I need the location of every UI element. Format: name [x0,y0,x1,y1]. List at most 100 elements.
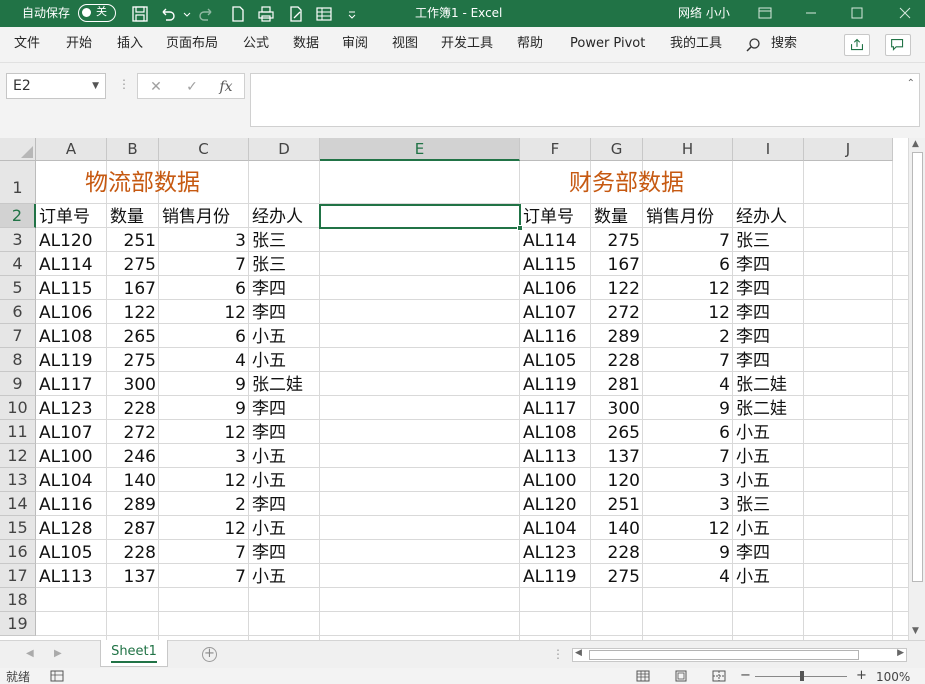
right-data-cell[interactable]: 小五 [736,517,801,541]
right-data-cell[interactable]: 4 [646,373,730,397]
cancel-icon[interactable]: ✕ [146,77,166,97]
row-header-8[interactable]: 8 [0,348,36,372]
print-icon[interactable] [256,4,276,24]
right-data-cell[interactable]: 272 [594,301,640,325]
row-header-7[interactable]: 7 [0,324,36,348]
left-data-cell[interactable]: 12 [162,517,246,541]
select-all-corner[interactable] [0,138,36,161]
ribbon-display-icon[interactable] [756,4,774,22]
left-data-cell[interactable]: 275 [110,253,156,277]
right-header-cell[interactable]: 数量 [594,205,640,229]
split-handle-icon[interactable]: ⋮ [552,647,564,661]
tab-help[interactable]: 帮助 [517,27,543,61]
left-header-cell[interactable]: 经办人 [252,205,317,229]
right-data-cell[interactable]: 122 [594,277,640,301]
right-data-cell[interactable]: 3 [646,469,730,493]
right-data-cell[interactable]: 275 [594,565,640,589]
column-header-e[interactable]: E [320,138,520,161]
maximize-icon[interactable] [848,4,866,22]
right-data-cell[interactable]: 6 [646,421,730,445]
row-header-1[interactable]: 1 [0,161,36,204]
left-data-cell[interactable]: 小五 [252,349,317,373]
right-data-cell[interactable]: 12 [646,301,730,325]
left-data-cell[interactable]: AL115 [39,277,104,301]
left-data-cell[interactable]: 4 [162,349,246,373]
right-data-cell[interactable]: 2 [646,325,730,349]
edit-file-icon[interactable] [286,4,306,24]
right-data-cell[interactable]: 7 [646,349,730,373]
scroll-up-icon[interactable]: ▲ [912,139,919,149]
enter-icon[interactable]: ✓ [182,77,202,97]
redo-icon[interactable] [196,4,216,24]
tab-file[interactable]: 文件 [14,27,40,61]
left-data-cell[interactable]: 李四 [252,397,317,421]
right-data-cell[interactable]: 张二娃 [736,373,801,397]
right-data-cell[interactable]: 李四 [736,541,801,565]
left-data-cell[interactable]: 3 [162,445,246,469]
left-data-cell[interactable]: 137 [110,565,156,589]
row-header-11[interactable]: 11 [0,420,36,444]
right-data-cell[interactable]: AL119 [523,565,588,589]
column-header-g[interactable]: G [591,138,643,161]
row-header-19[interactable]: 19 [0,612,36,636]
left-data-cell[interactable]: 12 [162,301,246,325]
right-data-cell[interactable]: 12 [646,517,730,541]
left-data-cell[interactable]: 李四 [252,301,317,325]
vertical-scroll-thumb[interactable] [912,152,923,582]
row-header-17[interactable]: 17 [0,564,36,588]
right-data-cell[interactable]: AL116 [523,325,588,349]
left-data-cell[interactable]: 张三 [252,229,317,253]
row-header-12[interactable]: 12 [0,444,36,468]
left-data-cell[interactable]: AL120 [39,229,104,253]
left-data-cell[interactable]: 140 [110,469,156,493]
right-data-cell[interactable]: AL114 [523,229,588,253]
left-data-cell[interactable]: 李四 [252,277,317,301]
right-data-cell[interactable]: 李四 [736,325,801,349]
right-header-cell[interactable]: 销售月份 [646,205,730,229]
normal-view-icon[interactable] [636,670,650,682]
left-data-cell[interactable]: 小五 [252,445,317,469]
tab-power-pivot[interactable]: Power Pivot [570,27,645,61]
right-data-cell[interactable]: AL106 [523,277,588,301]
right-data-cell[interactable]: 140 [594,517,640,541]
right-data-cell[interactable]: 张三 [736,493,801,517]
row-header-5[interactable]: 5 [0,276,36,300]
right-data-cell[interactable]: 7 [646,445,730,469]
active-cell[interactable] [319,204,523,231]
name-box[interactable]: E2 ▼ [6,73,106,99]
tab-data[interactable]: 数据 [293,27,319,61]
left-table-title[interactable]: 物流部数据 [36,161,249,205]
left-data-cell[interactable]: 小五 [252,565,317,589]
right-data-cell[interactable]: 275 [594,229,640,253]
left-data-cell[interactable]: 张三 [252,253,317,277]
left-data-cell[interactable]: AL123 [39,397,104,421]
right-header-cell[interactable]: 经办人 [736,205,801,229]
left-data-cell[interactable]: 7 [162,565,246,589]
right-data-cell[interactable]: AL108 [523,421,588,445]
right-data-cell[interactable]: 12 [646,277,730,301]
right-data-cell[interactable]: 张二娃 [736,397,801,421]
left-data-cell[interactable]: 小五 [252,325,317,349]
scroll-left-icon[interactable]: ◀ [575,648,582,658]
fill-handle[interactable] [517,225,523,231]
right-data-cell[interactable]: 9 [646,397,730,421]
left-data-cell[interactable]: 李四 [252,493,317,517]
zoom-in-icon[interactable]: + [856,669,870,682]
left-data-cell[interactable]: 2 [162,493,246,517]
right-data-cell[interactable]: 281 [594,373,640,397]
right-data-cell[interactable]: 张三 [736,229,801,253]
right-data-cell[interactable]: 李四 [736,277,801,301]
right-data-cell[interactable]: 228 [594,541,640,565]
zoom-level[interactable]: 100% [876,670,910,684]
left-data-cell[interactable]: 246 [110,445,156,469]
search-icon[interactable] [745,37,761,53]
left-data-cell[interactable]: AL107 [39,421,104,445]
page-break-view-icon[interactable] [712,670,726,682]
insert-function-icon[interactable]: fx [216,77,236,97]
left-data-cell[interactable]: 289 [110,493,156,517]
right-data-cell[interactable]: AL123 [523,541,588,565]
horizontal-scrollbar[interactable]: ◀ ▶ [572,648,907,662]
right-data-cell[interactable]: AL120 [523,493,588,517]
right-header-cell[interactable]: 订单号 [523,205,588,229]
left-data-cell[interactable]: 小五 [252,469,317,493]
